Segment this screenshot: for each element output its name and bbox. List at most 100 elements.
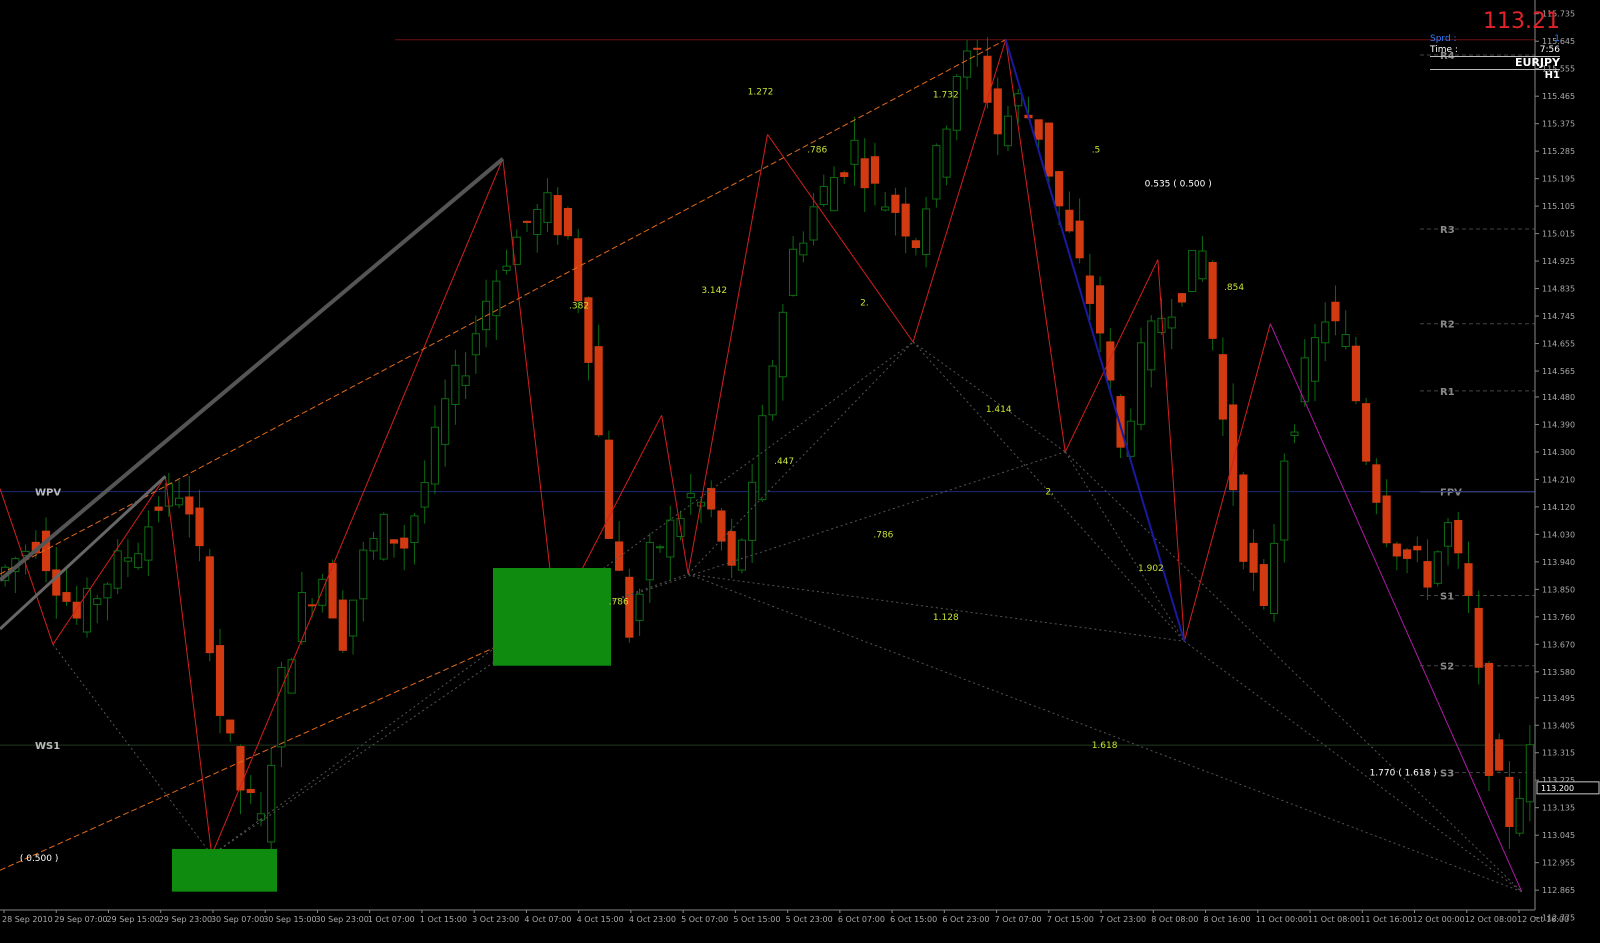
candle-body bbox=[522, 220, 532, 223]
candle-body bbox=[369, 537, 378, 552]
candle-body bbox=[1188, 249, 1197, 293]
x-tick-label: 12 Oct 00:00 bbox=[1413, 915, 1465, 924]
candle-body bbox=[1259, 564, 1268, 606]
x-tick-label: 11 Oct 08:00 bbox=[1308, 915, 1360, 924]
candle-body bbox=[471, 333, 480, 356]
fib-label: 0.535 ( 0.500 ) bbox=[1145, 179, 1212, 189]
candle-body bbox=[1372, 464, 1381, 503]
candle-body bbox=[1351, 345, 1360, 402]
level-label: WPV bbox=[35, 488, 61, 499]
candle-body bbox=[1085, 275, 1094, 304]
fib-label: 1.128 bbox=[933, 613, 959, 623]
candle-body bbox=[246, 788, 255, 794]
x-tick-label: 12 Oct 16:00 bbox=[1517, 915, 1569, 924]
x-tick-label: 7 Oct 23:00 bbox=[1099, 915, 1146, 924]
x-tick-label: 1 Oct 15:00 bbox=[420, 915, 467, 924]
x-tick-label: 8 Oct 08:00 bbox=[1151, 915, 1198, 924]
candle-body bbox=[594, 346, 603, 436]
level-label: R3 bbox=[1440, 225, 1455, 236]
candle-body bbox=[911, 240, 920, 249]
candle-body bbox=[1157, 317, 1166, 334]
candle-body bbox=[1331, 301, 1340, 322]
candle-body bbox=[932, 145, 941, 200]
price-chart[interactable]: R4R3R2R1FPVS1S2S3WPVWS1 1.272.382.7863.1… bbox=[0, 0, 1600, 943]
candle-body bbox=[215, 645, 225, 716]
candle-body bbox=[727, 531, 736, 566]
candle-body bbox=[1003, 115, 1013, 147]
candle-body bbox=[1177, 293, 1187, 303]
candle-body bbox=[1484, 662, 1494, 776]
y-tick-label: 114.925 bbox=[1542, 257, 1575, 266]
candle-body bbox=[1403, 549, 1412, 559]
x-tick-label: 7 Oct 07:00 bbox=[995, 915, 1042, 924]
x-tick-label: 11 Oct 16:00 bbox=[1360, 915, 1412, 924]
candle-body bbox=[400, 537, 409, 549]
candle-body bbox=[1423, 561, 1432, 588]
x-tick-label: 4 Oct 23:00 bbox=[629, 915, 676, 924]
candle-body bbox=[1413, 545, 1422, 551]
level-label: R2 bbox=[1440, 320, 1455, 331]
candle-body bbox=[574, 238, 583, 302]
x-tick-label: 29 Sep 15:00 bbox=[106, 915, 159, 924]
candle-body bbox=[553, 195, 562, 236]
candle-body bbox=[420, 482, 429, 508]
candle-body bbox=[1464, 563, 1473, 596]
y-tick-label: 114.745 bbox=[1542, 312, 1575, 321]
candle-body bbox=[922, 208, 931, 255]
candle-body bbox=[1525, 744, 1534, 803]
candle-body bbox=[655, 546, 665, 549]
candle-body bbox=[185, 496, 194, 515]
candle-body bbox=[1474, 607, 1483, 668]
level-label: S2 bbox=[1440, 662, 1454, 673]
y-tick-label: 113.135 bbox=[1542, 804, 1575, 813]
fib-label: 2. bbox=[1045, 488, 1054, 498]
fib-label: 1.770 ( 1.618 ) bbox=[1370, 769, 1437, 779]
candle-body bbox=[236, 746, 245, 791]
x-tick-label: 30 Sep 07:00 bbox=[211, 915, 264, 924]
candle-body bbox=[205, 556, 214, 654]
x-tick-label: 12 Oct 08:00 bbox=[1465, 915, 1517, 924]
candle-body bbox=[195, 507, 204, 547]
candle-body bbox=[748, 481, 757, 541]
y-tick-label: 113.940 bbox=[1542, 558, 1575, 567]
candle-body bbox=[901, 203, 910, 237]
x-tick-label: 30 Sep 23:00 bbox=[315, 915, 368, 924]
candle-body bbox=[942, 128, 951, 178]
candle-body bbox=[1392, 543, 1401, 557]
candle-body bbox=[1167, 316, 1176, 329]
fib-label: 1.414 bbox=[986, 405, 1012, 415]
y-tick-label: 114.300 bbox=[1542, 448, 1575, 457]
candle-body bbox=[799, 242, 808, 256]
x-tick-label: 6 Oct 07:00 bbox=[838, 915, 885, 924]
y-tick-label: 114.480 bbox=[1542, 393, 1575, 402]
candle-body bbox=[1198, 250, 1207, 280]
spread-value: 1 bbox=[1554, 34, 1560, 44]
candle-body bbox=[389, 539, 399, 544]
candle-body bbox=[134, 553, 143, 569]
fib-label: .382 bbox=[569, 301, 589, 311]
x-tick-label: 3 Oct 23:00 bbox=[472, 915, 519, 924]
y-tick-label: 112.955 bbox=[1542, 859, 1575, 868]
candle-body bbox=[737, 539, 746, 571]
x-tick-label: 5 Oct 15:00 bbox=[733, 915, 780, 924]
candle-body bbox=[973, 47, 982, 50]
candle-body bbox=[870, 156, 880, 184]
candle-body bbox=[1269, 542, 1279, 615]
timeframe-label: H1 bbox=[1544, 70, 1560, 81]
candle-body bbox=[103, 583, 112, 599]
y-tick-label: 114.655 bbox=[1542, 340, 1575, 349]
candle-body bbox=[154, 506, 163, 511]
candle-body bbox=[758, 415, 767, 501]
candle-body bbox=[1218, 354, 1227, 420]
y-tick-label: 115.015 bbox=[1542, 230, 1575, 239]
candle-body bbox=[338, 599, 347, 651]
y-tick-label: 115.465 bbox=[1542, 92, 1575, 101]
y-tick-label: 113.045 bbox=[1542, 831, 1575, 840]
candle-body bbox=[952, 76, 961, 131]
candle-body bbox=[809, 206, 818, 241]
candle-body bbox=[983, 55, 992, 103]
spread-label: Sprd : bbox=[1430, 34, 1457, 44]
candle-body bbox=[1096, 285, 1105, 334]
candle-body bbox=[1310, 337, 1320, 382]
y-tick-label: 114.210 bbox=[1542, 475, 1575, 484]
